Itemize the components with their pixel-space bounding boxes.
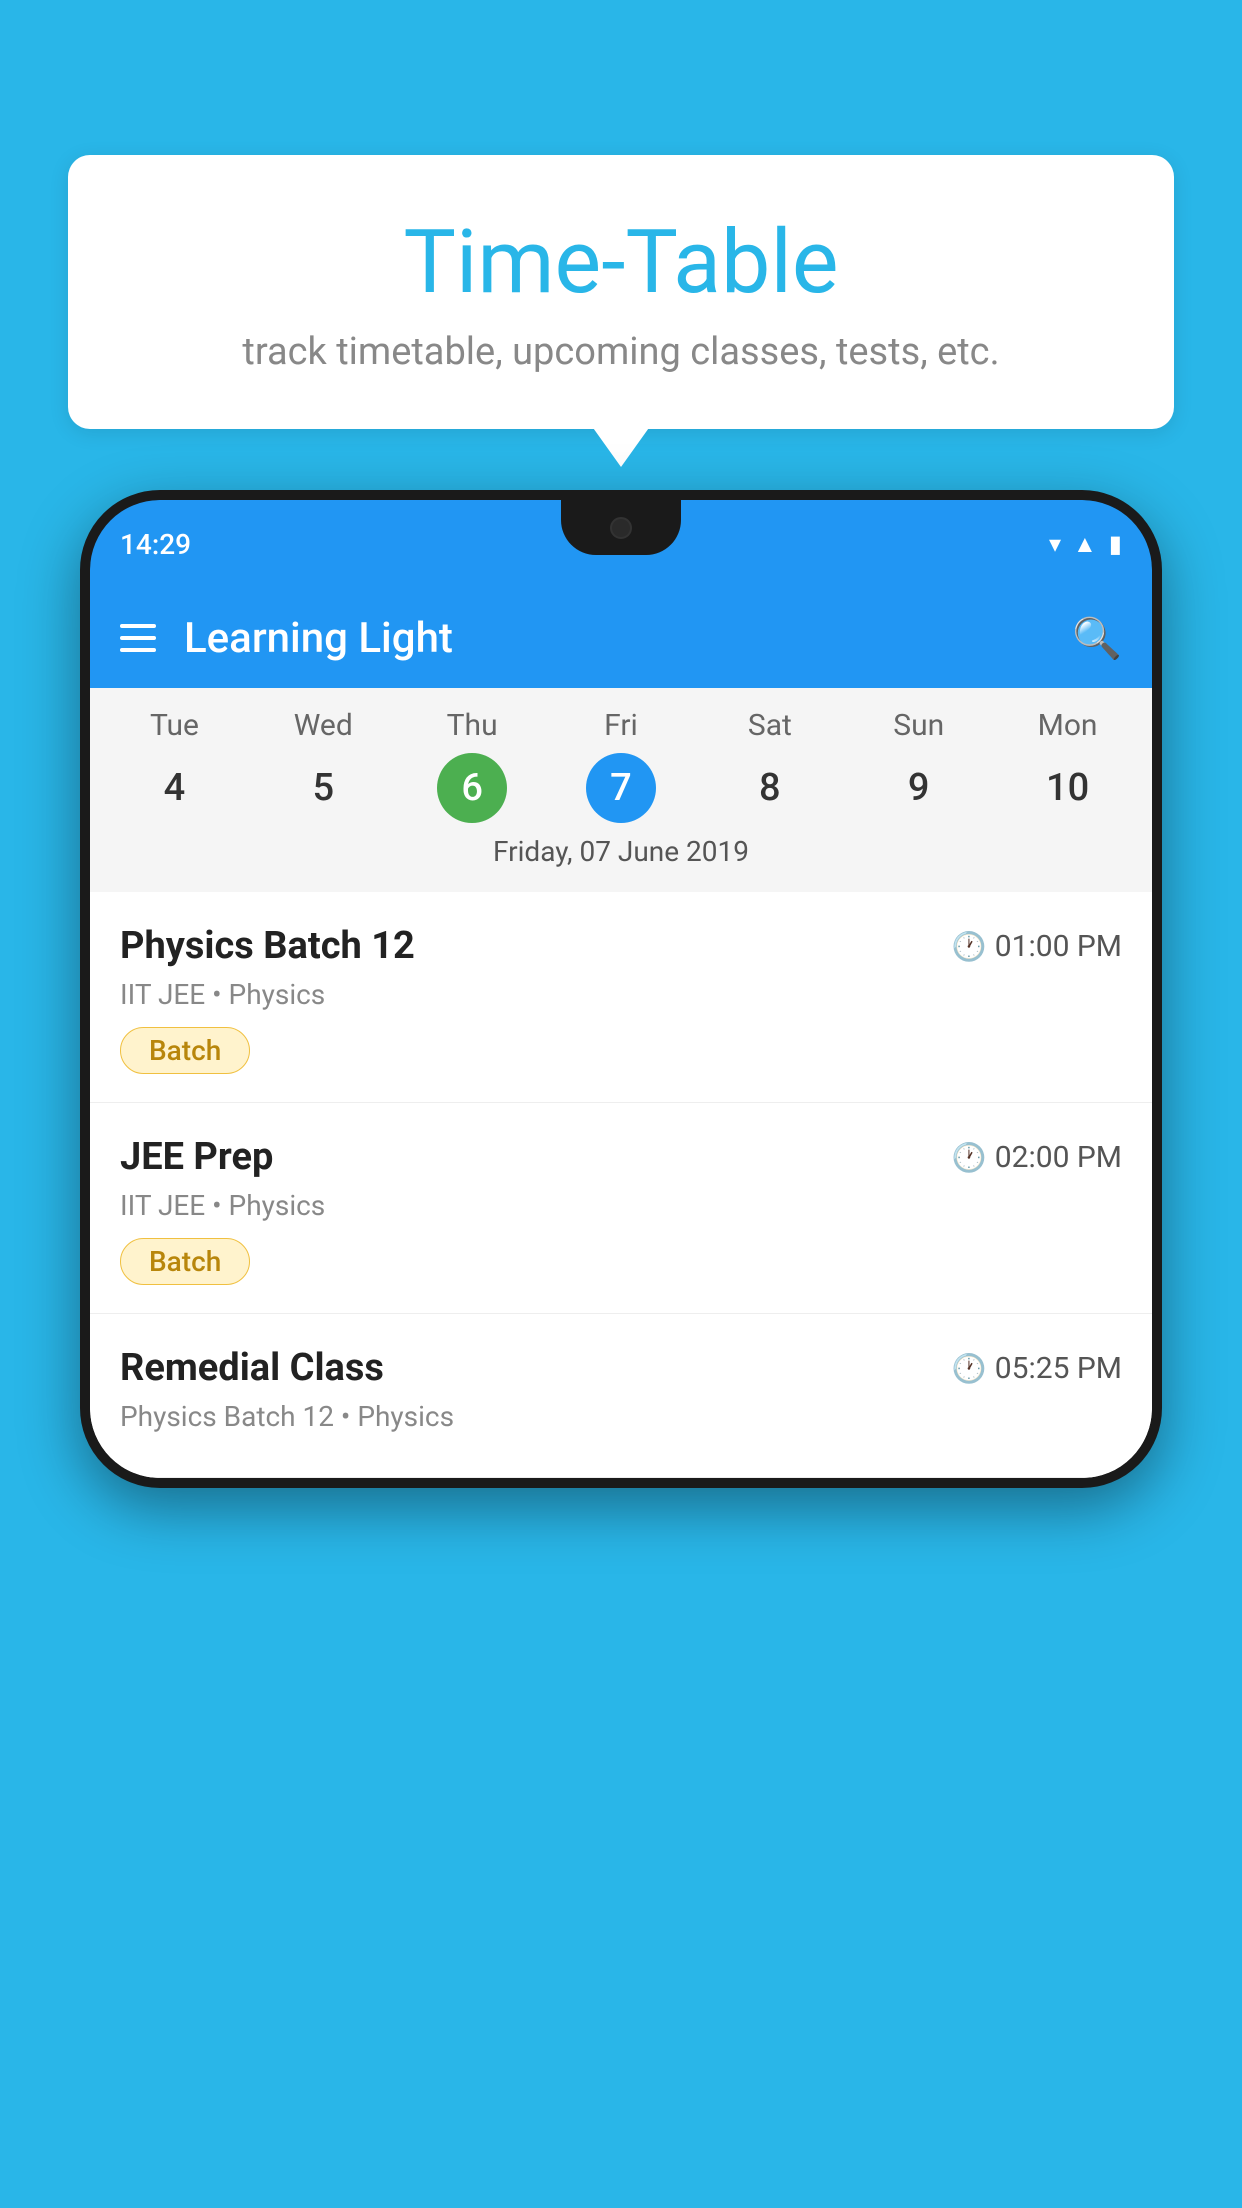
clock-icon-3: 🕐 [952,1352,987,1385]
day-header-mon[interactable]: Mon [993,708,1142,743]
hamburger-line-3 [120,648,156,652]
date-6-today[interactable]: 6 [437,753,507,823]
day-header-fri[interactable]: Fri [547,708,696,743]
schedule-sub-2: IIT JEE • Physics [120,1189,1122,1222]
phone-inner: 14:29 ▾ ▲ ▮ Learning Light 🔍 [90,500,1152,1478]
batch-badge-1: Batch [120,1027,250,1074]
schedule-time-3: 🕐 05:25 PM [952,1351,1122,1386]
day-header-wed[interactable]: Wed [249,708,398,743]
search-icon[interactable]: 🔍 [1072,615,1122,662]
hamburger-line-1 [120,624,156,628]
phone-wrapper: 14:29 ▾ ▲ ▮ Learning Light 🔍 [80,490,1162,2208]
date-7-selected[interactable]: 7 [586,753,656,823]
day-header-tue[interactable]: Tue [100,708,249,743]
hamburger-menu-button[interactable] [120,624,156,652]
schedule-time-label-1: 01:00 PM [995,929,1122,964]
schedule-item-2-header: JEE Prep 🕐 02:00 PM [120,1135,1122,1179]
status-icons: ▾ ▲ ▮ [1049,530,1122,559]
schedule-sub-1: IIT JEE • Physics [120,978,1122,1011]
speech-bubble-container: Time-Table track timetable, upcoming cla… [68,155,1174,429]
day-header-thu[interactable]: Thu [398,708,547,743]
signal-icon: ▲ [1073,530,1097,559]
hamburger-line-2 [120,636,156,640]
schedule-time-2: 🕐 02:00 PM [952,1140,1122,1175]
schedule-title-2: JEE Prep [120,1135,273,1179]
battery-icon: ▮ [1109,530,1122,558]
schedule-item-3-header: Remedial Class 🕐 05:25 PM [120,1346,1122,1390]
status-bar: 14:29 ▾ ▲ ▮ [90,500,1152,588]
phone-mockup: 14:29 ▾ ▲ ▮ Learning Light 🔍 [80,490,1162,1488]
app-header: Learning Light 🔍 [90,588,1152,688]
schedule-title-1: Physics Batch 12 [120,924,415,968]
day-headers: Tue Wed Thu Fri Sat Sun Mon [100,708,1142,743]
bubble-title: Time-Table [118,215,1124,312]
camera-dot [610,517,632,539]
notch [561,500,681,555]
schedule-time-1: 🕐 01:00 PM [952,929,1122,964]
clock-icon-1: 🕐 [952,930,987,963]
schedule-item-3[interactable]: Remedial Class 🕐 05:25 PM Physics Batch … [90,1314,1152,1478]
date-10[interactable]: 10 [993,753,1142,823]
schedule-item-1[interactable]: Physics Batch 12 🕐 01:00 PM IIT JEE • Ph… [90,892,1152,1103]
date-4[interactable]: 4 [100,753,249,823]
schedule-time-label-2: 02:00 PM [995,1140,1122,1175]
schedule-list: Physics Batch 12 🕐 01:00 PM IIT JEE • Ph… [90,892,1152,1478]
schedule-title-3: Remedial Class [120,1346,384,1390]
date-5[interactable]: 5 [249,753,398,823]
app-title: Learning Light [184,614,1072,663]
status-time: 14:29 [120,528,191,561]
day-numbers: 4 5 6 7 8 9 10 [100,753,1142,823]
calendar-strip: Tue Wed Thu Fri Sat Sun Mon 4 5 6 7 8 9 … [90,688,1152,892]
day-header-sun[interactable]: Sun [844,708,993,743]
day-header-sat[interactable]: Sat [695,708,844,743]
selected-date-label: Friday, 07 June 2019 [100,835,1142,882]
speech-bubble: Time-Table track timetable, upcoming cla… [68,155,1174,429]
schedule-sub-3: Physics Batch 12 • Physics [120,1400,1122,1433]
schedule-item-1-header: Physics Batch 12 🕐 01:00 PM [120,924,1122,968]
bubble-subtitle: track timetable, upcoming classes, tests… [118,330,1124,374]
clock-icon-2: 🕐 [952,1141,987,1174]
batch-badge-2: Batch [120,1238,250,1285]
schedule-item-2[interactable]: JEE Prep 🕐 02:00 PM IIT JEE • Physics Ba… [90,1103,1152,1314]
date-8[interactable]: 8 [695,753,844,823]
date-9[interactable]: 9 [844,753,993,823]
wifi-icon: ▾ [1049,530,1061,558]
schedule-time-label-3: 05:25 PM [995,1351,1122,1386]
